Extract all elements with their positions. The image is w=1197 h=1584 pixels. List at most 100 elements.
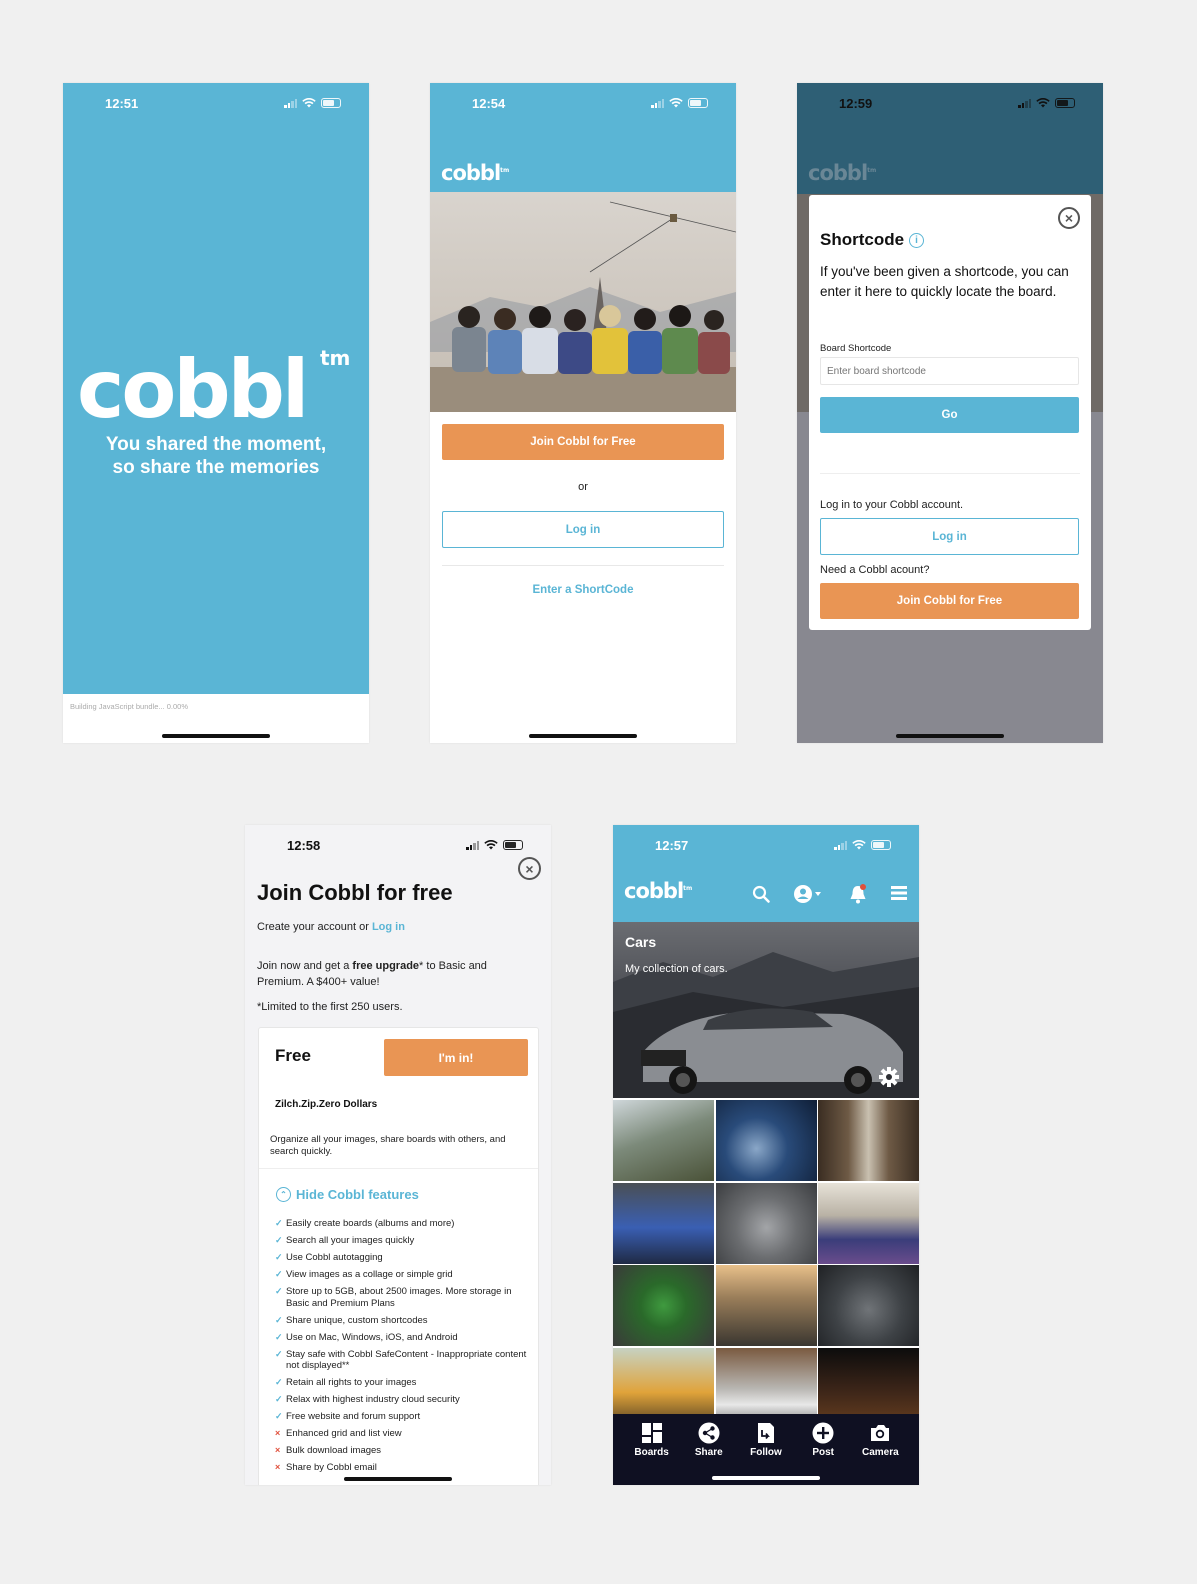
grid-image[interactable] (818, 1100, 919, 1181)
signal-icon (466, 840, 479, 850)
grid-image[interactable] (613, 1182, 714, 1264)
modal-title: Shortcode (820, 230, 905, 249)
check-icon: ✓ (275, 1286, 283, 1296)
login-button[interactable]: Log in (442, 511, 724, 548)
feature-item: ✓ Use on Mac, Windows, iOS, and Android (275, 1332, 533, 1344)
modal-header: Shortcode i (820, 230, 925, 250)
toggle-features-label: Hide Cobbl features (296, 1187, 419, 1202)
battery-icon (321, 98, 341, 108)
signal-icon (1018, 98, 1031, 108)
feature-item: × Enhanced grid and list view (275, 1428, 533, 1440)
close-icon[interactable]: × (1058, 207, 1080, 229)
check-icon: ✓ (275, 1348, 283, 1359)
signal-icon (834, 840, 847, 850)
home-indicator (162, 734, 270, 738)
logo-text: cobbl (441, 161, 501, 185)
status-time: 12:58 (287, 837, 321, 853)
tab-boards[interactable]: Boards (624, 1414, 680, 1485)
tab-camera[interactable]: Camera (852, 1414, 908, 1485)
close-icon[interactable]: × (518, 857, 541, 880)
grid-image[interactable] (818, 1265, 919, 1346)
cross-icon: × (275, 1445, 281, 1455)
page-title: Join Cobbl for free (257, 880, 453, 905)
tab-label: Post (812, 1447, 834, 1458)
battery-icon (688, 98, 708, 108)
grid-image[interactable] (715, 1182, 817, 1264)
check-icon: ✓ (275, 1235, 283, 1245)
status-bar: 12:51 (63, 83, 369, 123)
status-bar: 12:58 (245, 825, 551, 865)
feature-text: Use on Mac, Windows, iOS, and Android (286, 1331, 458, 1343)
notifications-bell-icon[interactable] (848, 883, 868, 905)
tab-post[interactable]: Post (795, 1414, 851, 1485)
account-menu-icon[interactable] (793, 884, 823, 904)
enter-shortcode-link[interactable]: Enter a ShortCode (430, 584, 736, 596)
feature-text: Enhanced grid and list view (286, 1428, 402, 1439)
grid-image[interactable] (715, 1265, 817, 1346)
home-indicator (344, 1477, 452, 1481)
promo-prefix: Join now and get a (257, 960, 353, 972)
feature-item: ✓ Share unique, custom shortcodes (275, 1315, 533, 1327)
splash-screen: 12:51 cobbl tm You shared the moment, so… (63, 83, 369, 743)
modal-description: If you've been given a shortcode, you ca… (820, 264, 1069, 299)
settings-gear-icon[interactable] (878, 1066, 900, 1088)
tagline-line-1: You shared the moment, (105, 434, 327, 455)
tab-share[interactable]: Share (681, 1414, 737, 1485)
board-cover: Cars My collection of cars. (613, 922, 919, 1098)
shortcode-input[interactable] (820, 357, 1079, 385)
header-logo: cobbltm (441, 161, 509, 185)
check-icon: ✓ (275, 1269, 283, 1279)
signal-icon (651, 98, 664, 108)
header-bar: 12:54 cobbltm (430, 83, 736, 192)
camera-icon (871, 1425, 890, 1441)
status-time: 12:51 (105, 95, 139, 111)
shortcode-screen: 12:59 cobbltm × Shortcode i If you've be… (797, 83, 1103, 743)
welcome-screen: 12:54 cobbltm Join Cobbl for Free or Log… (430, 83, 736, 743)
cross-icon: × (275, 1462, 281, 1472)
share-icon (698, 1422, 720, 1444)
check-icon: ✓ (275, 1218, 283, 1228)
login-button[interactable]: Log in (820, 518, 1079, 555)
feature-item: ✓ View images as a collage or simple grid (275, 1269, 533, 1281)
feature-item: ✓ Search all your images quickly (275, 1235, 533, 1247)
app-header: 12:57 cobbltm (613, 825, 919, 922)
feature-item: ✓ Store up to 5GB, about 2500 images. Mor… (275, 1286, 533, 1309)
login-link[interactable]: Log in (372, 921, 405, 933)
grid-image[interactable] (715, 1100, 817, 1181)
feature-item: ✓ Free website and forum support (275, 1411, 533, 1423)
feature-item: ✓ Stay safe with Cobbl SafeContent - Inap… (275, 1349, 533, 1372)
toggle-features-button[interactable]: ⌃ Hide Cobbl features (276, 1187, 419, 1202)
status-time: 12:57 (655, 837, 689, 853)
feature-item: ✓ Relax with highest industry cloud secur… (275, 1394, 533, 1406)
join-free-button[interactable]: Join Cobbl for Free (442, 424, 724, 460)
feature-list: ✓ Easily create boards (albums and more) ✓… (275, 1218, 533, 1479)
board-screen: 12:57 cobbltm Cars My collection of cars… (613, 825, 919, 1485)
search-icon[interactable] (752, 885, 770, 903)
feature-text: Share by Cobbl email (286, 1462, 377, 1473)
wifi-icon (852, 840, 866, 850)
feature-item: ✓ Use Cobbl autotagging (275, 1252, 533, 1264)
status-bar: 12:54 (430, 83, 736, 123)
info-icon[interactable]: i (909, 232, 925, 248)
subtitle: Create your account or Log in (257, 921, 405, 933)
wifi-icon (669, 98, 683, 108)
boards-icon (641, 1423, 662, 1443)
battery-icon (503, 840, 523, 850)
or-divider-text: or (578, 481, 588, 493)
grid-image[interactable] (818, 1182, 919, 1264)
promo-bold: free upgrade (352, 960, 420, 972)
plan-name: Free (275, 1046, 311, 1065)
plan-description: Organize all your images, share boards w… (270, 1134, 506, 1157)
im-in-button[interactable]: I'm in! (384, 1039, 528, 1076)
feature-text: Free website and forum support (286, 1411, 421, 1422)
tab-follow[interactable]: Follow (738, 1414, 794, 1485)
join-free-button[interactable]: Join Cobbl for Free (820, 583, 1079, 619)
grid-image[interactable] (613, 1100, 714, 1181)
splash-trademark: tm (320, 346, 351, 370)
go-button[interactable]: Go (820, 397, 1079, 433)
hamburger-menu-icon[interactable] (891, 886, 907, 900)
splash-background: 12:51 cobbl tm You shared the moment, so… (63, 83, 369, 694)
feature-text: Store up to 5GB, about 2500 images. More… (286, 1286, 512, 1309)
logo-trademark: tm (500, 167, 510, 174)
grid-image[interactable] (613, 1265, 714, 1346)
